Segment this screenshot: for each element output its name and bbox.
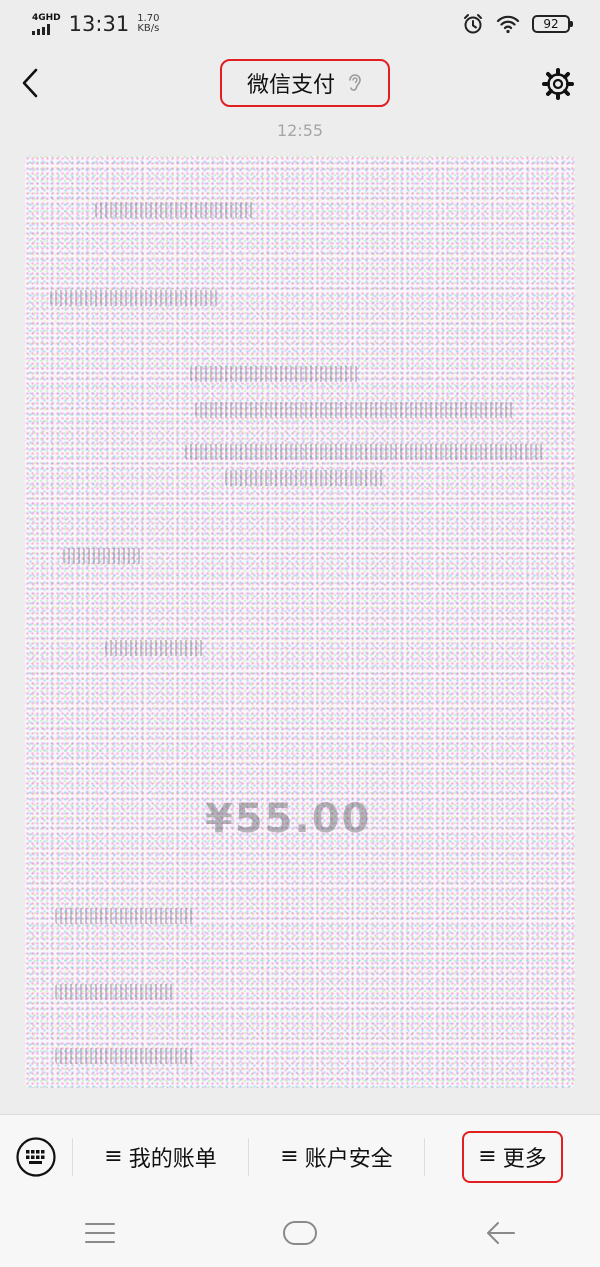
back-icon: [487, 1221, 515, 1244]
obscured-text-line: [55, 984, 175, 1000]
obscured-text-line: [195, 402, 515, 418]
obscured-text-line: [55, 908, 195, 924]
menu-item-account-security[interactable]: ≡ 账户安全: [249, 1115, 424, 1199]
signal-bars-icon: [32, 23, 50, 35]
obscured-text-line: [190, 366, 360, 382]
status-bar: 4GHD 13:31 1.70 KB/s 92: [0, 0, 600, 48]
ear-icon: [349, 74, 361, 91]
back-arrow-icon: [22, 68, 38, 98]
obscured-text-line: [95, 202, 255, 218]
recent-apps-button[interactable]: [70, 1213, 130, 1253]
menu-label: 我的账单: [128, 1146, 217, 1172]
title-highlight: 微信支付: [220, 59, 390, 107]
network-speed: 1.70 KB/s: [137, 14, 159, 34]
obscured-text-line: [185, 444, 545, 460]
keyboard-icon: [16, 1136, 56, 1177]
obscured-text-line: [55, 1048, 195, 1064]
payment-amount: ¥55.00: [205, 796, 372, 842]
status-left: 4GHD 13:31 1.70 KB/s: [32, 12, 159, 36]
menu-item-my-bills[interactable]: ≡ 我的账单: [73, 1115, 248, 1199]
menu-label: 更多: [502, 1146, 547, 1172]
settings-gear-icon: [542, 68, 574, 100]
wifi-icon: [496, 15, 520, 34]
system-nav-bar: [0, 1198, 600, 1267]
status-time: 13:31: [68, 12, 130, 36]
settings-button[interactable]: [540, 66, 576, 102]
back-button[interactable]: [16, 66, 46, 100]
menu-list-icon: ≡: [280, 1144, 299, 1169]
network-type: 4GHD: [32, 12, 61, 23]
signal-indicator: 4GHD: [32, 12, 61, 35]
more-highlight: ≡ 更多: [462, 1130, 563, 1183]
speed-unit: KB/s: [137, 23, 160, 34]
menu-label: 账户安全: [304, 1146, 393, 1172]
obscured-text-line: [50, 290, 220, 306]
menu-list-icon: ≡: [478, 1144, 497, 1169]
alarm-icon: [464, 14, 482, 34]
bottom-menu-bar: ≡ 我的账单 ≡ 账户安全 ≡ 更多: [0, 1114, 600, 1198]
obscured-text-line: [225, 470, 385, 486]
status-right: 92: [462, 13, 573, 35]
home-icon: [283, 1220, 317, 1245]
payment-notification-card[interactable]: ¥55.00: [25, 156, 575, 1088]
home-button[interactable]: [270, 1213, 330, 1253]
obscured-text-line: [105, 640, 205, 656]
obscured-text-line: [63, 548, 143, 564]
keyboard-toggle-button[interactable]: [0, 1115, 72, 1199]
message-timestamp: 12:55: [276, 121, 324, 140]
menu-list-icon: ≡: [104, 1144, 123, 1169]
chat-header: 微信支付: [0, 52, 600, 114]
menu-icon: [85, 1222, 115, 1243]
page-title: 微信支付: [246, 73, 335, 98]
battery-indicator: 92: [532, 15, 573, 33]
menu-item-more[interactable]: ≡ 更多: [425, 1115, 600, 1199]
system-back-button[interactable]: [470, 1213, 530, 1253]
